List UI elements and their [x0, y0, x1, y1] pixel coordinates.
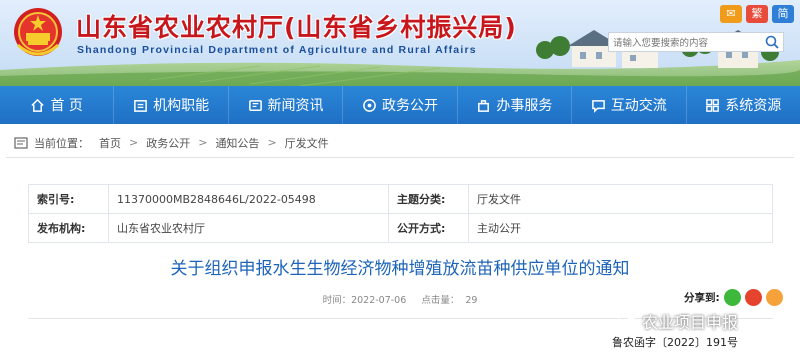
breadcrumb-prefix: 当前位置： — [34, 136, 89, 150]
chat-icon — [591, 99, 605, 113]
nav-item-home[interactable]: 首 页 — [0, 86, 115, 124]
nav-item-label: 系统资源 — [725, 98, 782, 114]
home-icon — [31, 98, 45, 112]
table-row: 索引号: 11370000MB2848646L/2022-05498 主题分类:… — [28, 184, 773, 214]
search-box — [608, 32, 784, 53]
nav-item-label: 首 页 — [50, 98, 83, 114]
breadcrumb-item-home[interactable]: 首页 — [99, 135, 121, 151]
document-number: 鲁农函字〔2022〕191号 — [612, 336, 738, 349]
table-row: 发布机构: 山东省农业农村厅 公开方式: 主动公开 — [28, 213, 773, 243]
nav-item-label: 政务公开 — [381, 98, 438, 114]
article-clicks-count: 29 — [465, 295, 478, 306]
index-key: 索引号: — [28, 184, 109, 214]
national-emblem-icon — [14, 8, 62, 56]
nav-item-label: 机构职能 — [153, 98, 210, 114]
nav-item-label: 互动交流 — [610, 98, 667, 114]
breadcrumb-item-gov[interactable]: 政务公开 — [146, 135, 190, 151]
nav-item-org[interactable]: 机构职能 — [114, 86, 229, 124]
system-icon — [706, 98, 720, 112]
site-subtitle: Shandong Provincial Department of Agricu… — [77, 44, 477, 56]
publisher-key: 发布机构: — [28, 213, 109, 243]
article-clicks-label: 点击量： — [421, 295, 460, 306]
publisher-value: 山东省农业农村厅 — [108, 213, 389, 243]
mode-key: 公开方式: — [388, 213, 469, 243]
nav-item-news[interactable]: 新闻资讯 — [229, 86, 344, 124]
nav-item-label: 办事服务 — [496, 98, 553, 114]
nav-item-gov[interactable]: 政务公开 — [343, 86, 458, 124]
breadcrumb-item-docs[interactable]: 厅发文件 — [285, 135, 329, 151]
article-info: 时间：2022-07-06 点击量： 29 — [0, 292, 800, 306]
service-icon — [478, 99, 490, 112]
nav-item-system[interactable]: 系统资源 — [687, 86, 800, 124]
document-meta-table: 索引号: 11370000MB2848646L/2022-05498 主题分类:… — [28, 184, 773, 243]
breadcrumb: 当前位置： 首页 > 政务公开 > 通知公告 > 厅发文件 — [6, 128, 794, 158]
wechat-watermark-icon — [618, 313, 638, 329]
watermark-text: 农业项目申报 — [642, 313, 739, 332]
category-value: 厅发文件 — [468, 184, 773, 214]
location-icon — [14, 136, 28, 149]
share-more-icon[interactable] — [765, 289, 783, 306]
breadcrumb-item-notice[interactable]: 通知公告 — [215, 135, 259, 151]
page-root: 山东省农业农村厅(山东省乡村振兴局) Shandong Provincial D… — [0, 0, 800, 354]
breadcrumb-separator: > — [198, 136, 208, 149]
category-key: 主题分类: — [388, 184, 469, 214]
share-label: 分享到: — [684, 292, 720, 304]
breadcrumb-separator: > — [129, 136, 139, 149]
watermark: 农业项目申报 — [618, 309, 738, 333]
share-bar: 分享到: — [684, 289, 783, 306]
gov-icon — [363, 98, 376, 112]
traditional-chinese-button[interactable]: 繁 — [746, 5, 768, 23]
mail-icon[interactable]: ✉ — [720, 5, 742, 23]
weibo-icon[interactable] — [744, 289, 762, 306]
article-time: 时间：2022-07-06 — [322, 295, 407, 306]
breadcrumb-separator: > — [267, 136, 277, 149]
nav-item-label: 新闻资讯 — [267, 98, 324, 114]
index-value: 11370000MB2848646L/2022-05498 — [108, 184, 389, 214]
org-icon — [134, 99, 147, 112]
nav-item-service[interactable]: 办事服务 — [458, 86, 573, 124]
simplified-chinese-button[interactable]: 简 — [772, 5, 794, 23]
nav-item-chat[interactable]: 互动交流 — [572, 86, 687, 124]
mode-value: 主动公开 — [468, 213, 773, 243]
article-title: 关于组织申报水生生物经济物种增殖放流苗种供应单位的通知 — [170, 259, 630, 279]
site-title: 山东省农业农村厅(山东省乡村振兴局) — [76, 13, 517, 42]
main-nav: 首 页 机构职能 新闻资讯 政务公开 办事服务 互动交流 系统资源 — [0, 86, 800, 124]
wechat-icon[interactable] — [723, 289, 741, 306]
search-input[interactable] — [609, 34, 759, 53]
search-icon[interactable] — [763, 34, 781, 50]
site-header: 山东省农业农村厅(山东省乡村振兴局) Shandong Provincial D… — [0, 0, 800, 86]
top-tools: ✉ 繁 简 — [720, 5, 794, 23]
news-icon — [248, 99, 262, 111]
